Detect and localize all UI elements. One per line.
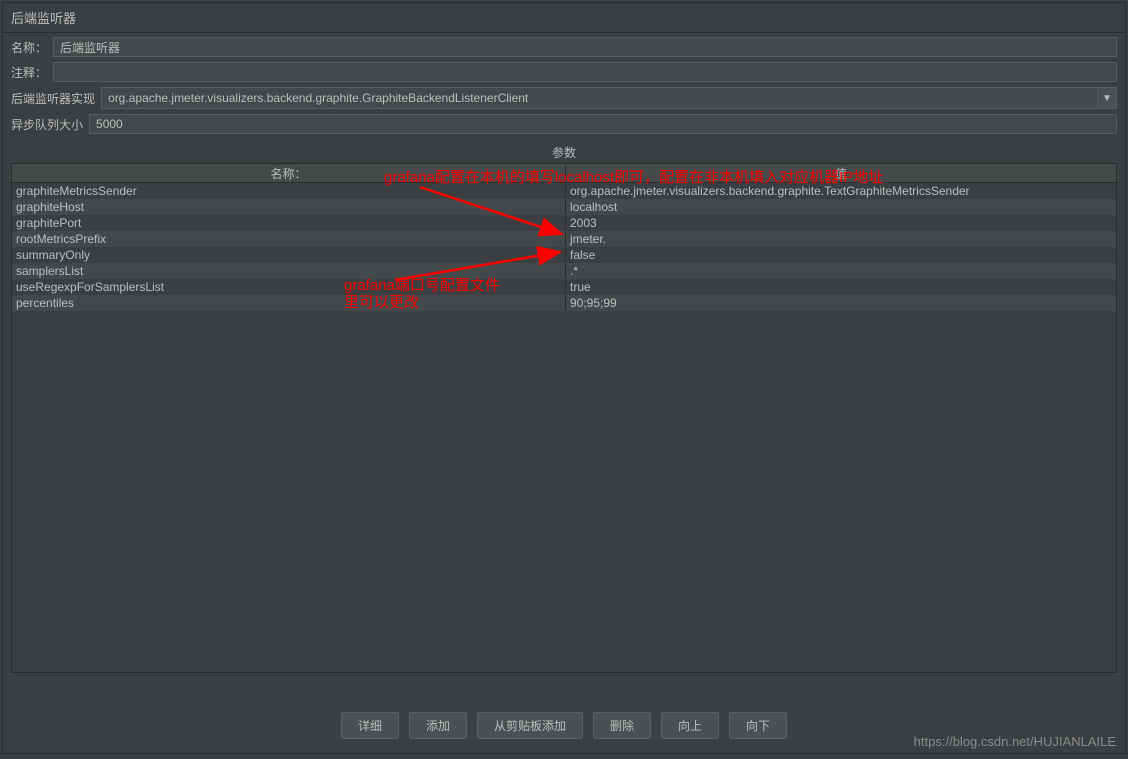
cell-name[interactable]: useRegexpForSamplersList (12, 280, 566, 294)
implementation-combo[interactable]: ▼ (101, 87, 1117, 109)
cell-value[interactable]: localhost (566, 200, 1116, 214)
table-row[interactable]: graphitePort2003 (12, 215, 1116, 231)
table-row[interactable]: graphiteMetricsSenderorg.apache.jmeter.v… (12, 183, 1116, 199)
comment-row: 注释： (11, 62, 1117, 82)
panel-title: 后端监听器 (3, 3, 1125, 33)
cell-value[interactable]: true (566, 280, 1116, 294)
table-row[interactable]: graphiteHostlocalhost (12, 199, 1116, 215)
parameters-table-body[interactable]: graphiteMetricsSenderorg.apache.jmeter.v… (11, 183, 1117, 673)
cell-value[interactable]: false (566, 248, 1116, 262)
table-row[interactable]: useRegexpForSamplersListtrue (12, 279, 1116, 295)
implementation-label: 后端监听器实现 (11, 90, 95, 107)
backend-listener-panel: 后端监听器 名称： 注释： 后端监听器实现 ▼ 异步队列大小 参数 名称： (2, 2, 1126, 754)
comment-input[interactable] (53, 62, 1117, 82)
cell-name[interactable]: rootMetricsPrefix (12, 232, 566, 246)
up-button[interactable]: 向上 (661, 712, 719, 739)
column-header-value[interactable]: 值 (566, 165, 1116, 182)
cell-value[interactable]: org.apache.jmeter.visualizers.backend.gr… (566, 184, 1116, 198)
cell-name[interactable]: percentiles (12, 296, 566, 310)
name-label: 名称： (11, 39, 47, 56)
cell-name[interactable]: summaryOnly (12, 248, 566, 262)
implementation-dropdown-button[interactable]: ▼ (1097, 87, 1117, 109)
table-row[interactable]: summaryOnlyfalse (12, 247, 1116, 263)
table-row[interactable]: percentiles90;95;99 (12, 295, 1116, 311)
table-row[interactable]: rootMetricsPrefixjmeter. (12, 231, 1116, 247)
cell-value[interactable]: jmeter. (566, 232, 1116, 246)
form-area: 名称： 注释： 后端监听器实现 ▼ 异步队列大小 参数 名称： 值 graph (3, 33, 1125, 681)
cell-value[interactable]: 2003 (566, 216, 1116, 230)
column-header-name[interactable]: 名称： (12, 165, 566, 182)
parameters-section-label: 参数 (11, 144, 1117, 161)
implementation-row: 后端监听器实现 ▼ (11, 87, 1117, 109)
table-header: 名称： 值 (11, 163, 1117, 183)
implementation-input[interactable] (101, 87, 1097, 109)
add-from-clipboard-button[interactable]: 从剪贴板添加 (477, 712, 583, 739)
table-row[interactable]: samplersList.* (12, 263, 1116, 279)
queue-input[interactable] (89, 114, 1117, 134)
comment-label: 注释： (11, 64, 47, 81)
name-input[interactable] (53, 37, 1117, 57)
name-row: 名称： (11, 37, 1117, 57)
cell-name[interactable]: samplersList (12, 264, 566, 278)
chevron-down-icon: ▼ (1102, 93, 1112, 104)
cell-name[interactable]: graphitePort (12, 216, 566, 230)
queue-row: 异步队列大小 (11, 114, 1117, 134)
queue-label: 异步队列大小 (11, 116, 83, 133)
down-button[interactable]: 向下 (729, 712, 787, 739)
cell-value[interactable]: 90;95;99 (566, 296, 1116, 310)
cell-value[interactable]: .* (566, 264, 1116, 278)
watermark: https://blog.csdn.net/HUJIANLAILE (914, 734, 1116, 749)
add-button[interactable]: 添加 (409, 712, 467, 739)
detail-button[interactable]: 详细 (341, 712, 399, 739)
cell-name[interactable]: graphiteMetricsSender (12, 184, 566, 198)
delete-button[interactable]: 删除 (593, 712, 651, 739)
cell-name[interactable]: graphiteHost (12, 200, 566, 214)
